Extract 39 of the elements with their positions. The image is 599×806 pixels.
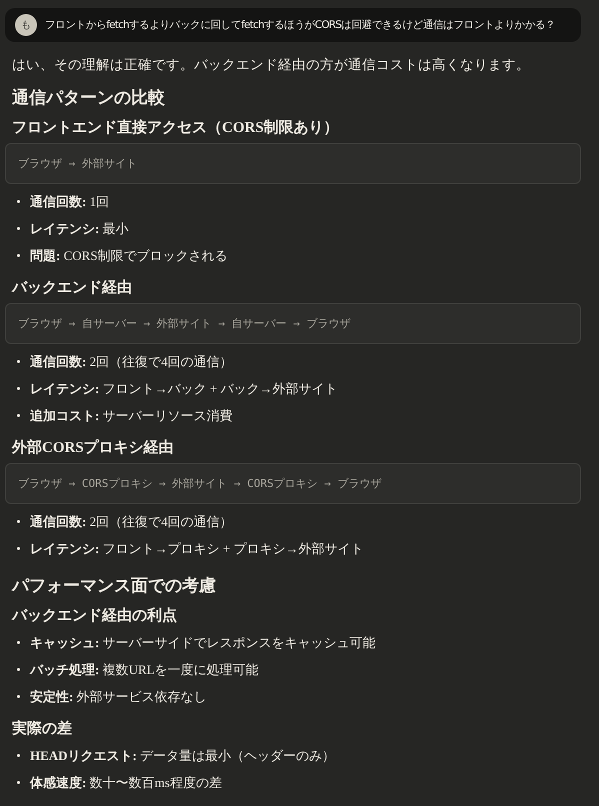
subsection-heading: 実際の差 xyxy=(12,719,73,738)
list-item-text: レイテンシ: フロント→バック + バック→外部サイト xyxy=(30,380,338,398)
section-heading: パフォーマンス面での考慮 xyxy=(12,575,217,597)
bullet-icon xyxy=(17,668,20,671)
code-block: ブラウザ → CORSプロキシ → 外部サイト → CORSプロキシ → ブラウザ xyxy=(5,463,581,504)
user-message-text: フロントからfetchするよりバックに回してfetchするほうがCORSは回避できるけど通信はフロントよりかかる？ xyxy=(45,18,556,32)
bullet-icon xyxy=(17,387,20,390)
subsection-heading: バックエンド経由 xyxy=(12,278,133,297)
user-avatar: も xyxy=(15,14,37,36)
bullet-icon xyxy=(17,695,20,698)
list-item-text: バッチ処理: 複数URLを一度に処理可能 xyxy=(30,661,259,679)
subsection-heading: バックエンド経由の利点 xyxy=(12,606,178,625)
bullet-icon xyxy=(17,360,20,363)
list-item-text: 問題: CORS制限でブロックされる xyxy=(30,247,228,265)
bullet-icon xyxy=(17,200,20,203)
list-item-text: HEADリクエスト: データ量は最小（ヘッダーのみ） xyxy=(30,747,336,765)
code-block: ブラウザ → 外部サイト xyxy=(5,143,581,184)
list-item-text: 追加コスト: サーバーリソース消費 xyxy=(30,407,233,425)
bullet-icon xyxy=(17,254,20,257)
section-heading: 通信パターンの比較 xyxy=(12,87,166,109)
bullet-icon xyxy=(17,754,20,757)
list-item-text: 安定性: 外部サービス依存なし xyxy=(30,688,207,706)
list-item-text: 通信回数: 2回（往復で4回の通信） xyxy=(30,353,233,371)
code-block: ブラウザ → 自サーバー → 外部サイト → 自サーバー → ブラウザ xyxy=(5,303,581,344)
answer-paragraph: はい、その理解は正確です。バックエンド経由の方が通信コストは高くなります。 xyxy=(12,56,531,74)
list-item-text: 通信回数: 1回 xyxy=(30,193,110,211)
list-item-text: レイテンシ: フロント→プロキシ + プロキシ→外部サイト xyxy=(30,540,364,558)
bullet-icon xyxy=(17,547,20,550)
subsection-heading: 外部CORSプロキシ経由 xyxy=(12,438,175,457)
list-item-text: 体感速度: 数十〜数百ms程度の差 xyxy=(30,774,222,792)
bullet-icon xyxy=(17,414,20,417)
bullet-icon xyxy=(17,227,20,230)
list-item-text: キャッシュ: サーバーサイドでレスポンスをキャッシュ可能 xyxy=(30,634,376,652)
subsection-heading: フロントエンド直接アクセス（CORS制限あり） xyxy=(12,118,340,137)
bullet-icon xyxy=(17,641,20,644)
list-item-text: 通信回数: 2回（往復で4回の通信） xyxy=(30,513,233,531)
bullet-icon xyxy=(17,520,20,523)
list-item-text: レイテンシ: 最小 xyxy=(30,220,129,238)
bullet-icon xyxy=(17,781,20,784)
